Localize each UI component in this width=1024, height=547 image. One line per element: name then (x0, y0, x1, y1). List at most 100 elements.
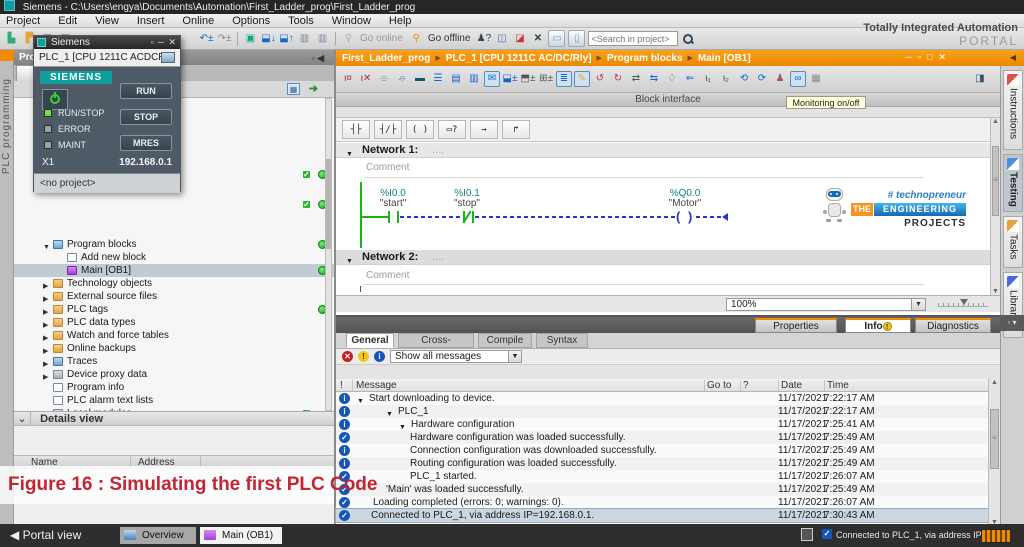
scroll-down-icon[interactable]: ▼ (991, 288, 1000, 295)
message-row[interactable]: ✓ 'Main' was loaded successfully. 11/17/20… (336, 483, 988, 496)
tab-main-ob1[interactable]: Main (OB1) (200, 527, 282, 544)
tab-diagnostics[interactable]: Diagnostics (915, 318, 991, 333)
collapse-right-panel-icon[interactable]: ◀ (1010, 53, 1016, 62)
filter-warnings-icon[interactable]: ! (358, 351, 369, 362)
network-1-header[interactable]: ▼ Network 1: .... (336, 143, 1000, 158)
device-display-icon[interactable] (161, 52, 175, 63)
paste-icon[interactable]: ⌮ (394, 71, 410, 87)
subtab-compile[interactable]: Compile (478, 333, 532, 348)
message-row[interactable]: i Routing configuration was loaded succes… (336, 457, 988, 470)
message-row[interactable]: i Connection configuration was downloaded… (336, 444, 988, 457)
compare-icon[interactable]: ♟ (772, 71, 788, 87)
tree-item-hidden[interactable]: ✓ (14, 198, 334, 211)
upload-from-device-icon[interactable]: ⬓↑ (279, 31, 294, 46)
tree-item-plc-alarm-text-lists[interactable]: PLC alarm text lists (14, 394, 334, 407)
stop-simulation-icon[interactable]: ◪ (512, 31, 527, 46)
message-row[interactable]: ✓ Loading completed (errors: 0; warnings:… (336, 496, 988, 509)
reset-values-icon[interactable]: ι₂ (718, 71, 734, 87)
breadcrumb-item[interactable]: First_Ladder_prog (342, 53, 430, 64)
tree-scrollbar[interactable] (325, 98, 332, 411)
mres-button[interactable]: MRES (120, 135, 172, 151)
close-branch-icon[interactable]: ↱ (502, 120, 530, 139)
copy-icon[interactable]: ⌯ (376, 71, 392, 87)
tree-item-online-backups[interactable]: ▶ Online backups (14, 342, 334, 355)
go-online-button[interactable]: Go online (360, 33, 403, 44)
comments-toggle-icon[interactable]: ✉ (484, 71, 500, 87)
download-values-icon[interactable]: ⟳ (754, 71, 770, 87)
copy-snapshots-icon[interactable]: ⇐ (682, 71, 698, 87)
tree-item-traces[interactable]: ▶ Traces (14, 355, 334, 368)
tree-item-main-ob1-[interactable]: Main [OB1] (14, 264, 334, 277)
plcsim-title-bar[interactable]: Siemens ▫ ─ ✕ (34, 36, 180, 49)
column-date[interactable]: Date (781, 379, 802, 392)
contact1-name[interactable]: "start" (353, 198, 433, 209)
close-icon[interactable]: ✕ (938, 52, 946, 63)
menu-help[interactable]: Help (389, 14, 412, 27)
collapse-networks-icon[interactable]: ▥ (466, 71, 482, 87)
side-tab-instructions[interactable]: Instructions (1003, 70, 1023, 150)
menu-options[interactable]: Options (232, 14, 270, 27)
remove-favorite-icon[interactable]: ι✕ (358, 71, 374, 87)
contact1-no-contact[interactable] (397, 211, 399, 223)
message-row[interactable]: i ▼ Hardware configuration 11/17/2021 7:25:4… (336, 418, 988, 431)
compile-icon[interactable]: ▣ (243, 31, 258, 46)
minimize-icon[interactable]: ─ (905, 52, 911, 63)
keep-actual-values-icon[interactable]: ⟲ (736, 71, 752, 87)
expand-networks-icon[interactable]: ▤ (448, 71, 464, 87)
side-tab-tasks[interactable]: Tasks (1003, 216, 1023, 268)
zoom-slider-thumb[interactable] (960, 299, 968, 305)
tab-info[interactable]: Info! (845, 318, 911, 333)
favorites-icon[interactable]: ι¤ (340, 71, 356, 87)
contact2-nc-contact[interactable] (472, 211, 474, 223)
editor-scroll-thumb[interactable]: ≡ (992, 146, 999, 216)
message-row[interactable]: ✓ Connected to PLC_1, via address IP=192.… (335, 508, 989, 523)
column-time[interactable]: Time (827, 379, 849, 392)
start-values-icon[interactable]: ι₁ (700, 71, 716, 87)
inspector-corner-icons[interactable]: ▫ ▾ (1000, 315, 1024, 331)
filter-info-icon[interactable]: i (374, 351, 385, 362)
collapse-network-icon[interactable]: ▼ (346, 147, 353, 162)
coil-icon[interactable]: ( ) (406, 120, 434, 139)
tree-item-external-source-files[interactable]: ▶ External source files (14, 290, 334, 303)
project-tree-window-icons[interactable]: ▫ ◀ (311, 51, 324, 66)
load-snapshot-icon[interactable]: ♢ (664, 71, 680, 87)
menu-window[interactable]: Window (332, 14, 371, 27)
contact2-name[interactable]: "stop" (427, 198, 507, 209)
plcsim-float-panel[interactable]: Siemens ▫ ─ ✕ PLC_1 [CPU 1211C ACDCRly] … (33, 35, 181, 193)
tree-item-technology-objects[interactable]: ▶ Technology objects (14, 277, 334, 290)
inspector-scroll-thumb[interactable]: ≡ (990, 409, 999, 469)
normally-closed-contact-icon[interactable]: ┤/├ (374, 120, 402, 139)
expand-tree-icon[interactable]: ➔ (309, 82, 318, 95)
portal-view-button[interactable]: ◀ Portal view (10, 528, 81, 542)
go-offline-button[interactable]: Go offline (428, 33, 471, 44)
tab-properties[interactable]: Properties (755, 318, 837, 333)
network-2-comment[interactable]: Comment (366, 270, 409, 281)
message-row[interactable]: ✓ Hardware configuration was loaded succe… (336, 431, 988, 444)
details-view-header[interactable]: ⌄ Details view (14, 411, 334, 427)
search-input[interactable] (588, 31, 679, 46)
normally-open-contact-icon[interactable]: ┤├ (342, 120, 370, 139)
tree-item-plc-data-types[interactable]: ▶ PLC data types (14, 316, 334, 329)
tree-item-watch-and-force-tables[interactable]: ▶ Watch and force tables (14, 329, 334, 342)
minimize-icon[interactable]: ─ (158, 36, 164, 49)
menu-view[interactable]: View (95, 14, 119, 27)
float-icon[interactable]: ▫ (151, 36, 154, 49)
zoom-dropdown-icon[interactable]: ▼ (911, 299, 925, 310)
tree-item-program-blocks[interactable]: ▼ Program blocks (14, 238, 334, 251)
tree-scroll-thumb[interactable] (326, 159, 331, 249)
coil-name[interactable]: "Motor" (645, 198, 725, 209)
split-editor-vertical-icon[interactable]: ▯ (568, 30, 586, 47)
go-to-previous-error-icon[interactable]: ↺ (592, 71, 608, 87)
update-block-call-icon[interactable]: ⇄ (628, 71, 644, 87)
tab-overview[interactable]: Overview (120, 527, 196, 544)
download-to-device-icon[interactable]: ⬓↓ (261, 31, 276, 46)
side-tab-testing[interactable]: Testing (1003, 154, 1023, 212)
close-icon[interactable]: ✕ (168, 36, 176, 49)
breadcrumb-item[interactable]: PLC_1 [CPU 1211C AC/DC/Rly] (446, 53, 592, 64)
message-row[interactable]: i ▼ Start downloading to device. 11/17/2021… (336, 392, 988, 405)
insert-row-icon[interactable]: ▬ (412, 71, 428, 87)
filter-errors-icon[interactable]: ✕ (342, 351, 353, 362)
cross-reference-close-icon[interactable]: ✕ (530, 31, 545, 46)
start-cpu-icon[interactable]: ▥ (297, 31, 312, 46)
start-simulation-icon[interactable]: ◫ (494, 31, 509, 46)
